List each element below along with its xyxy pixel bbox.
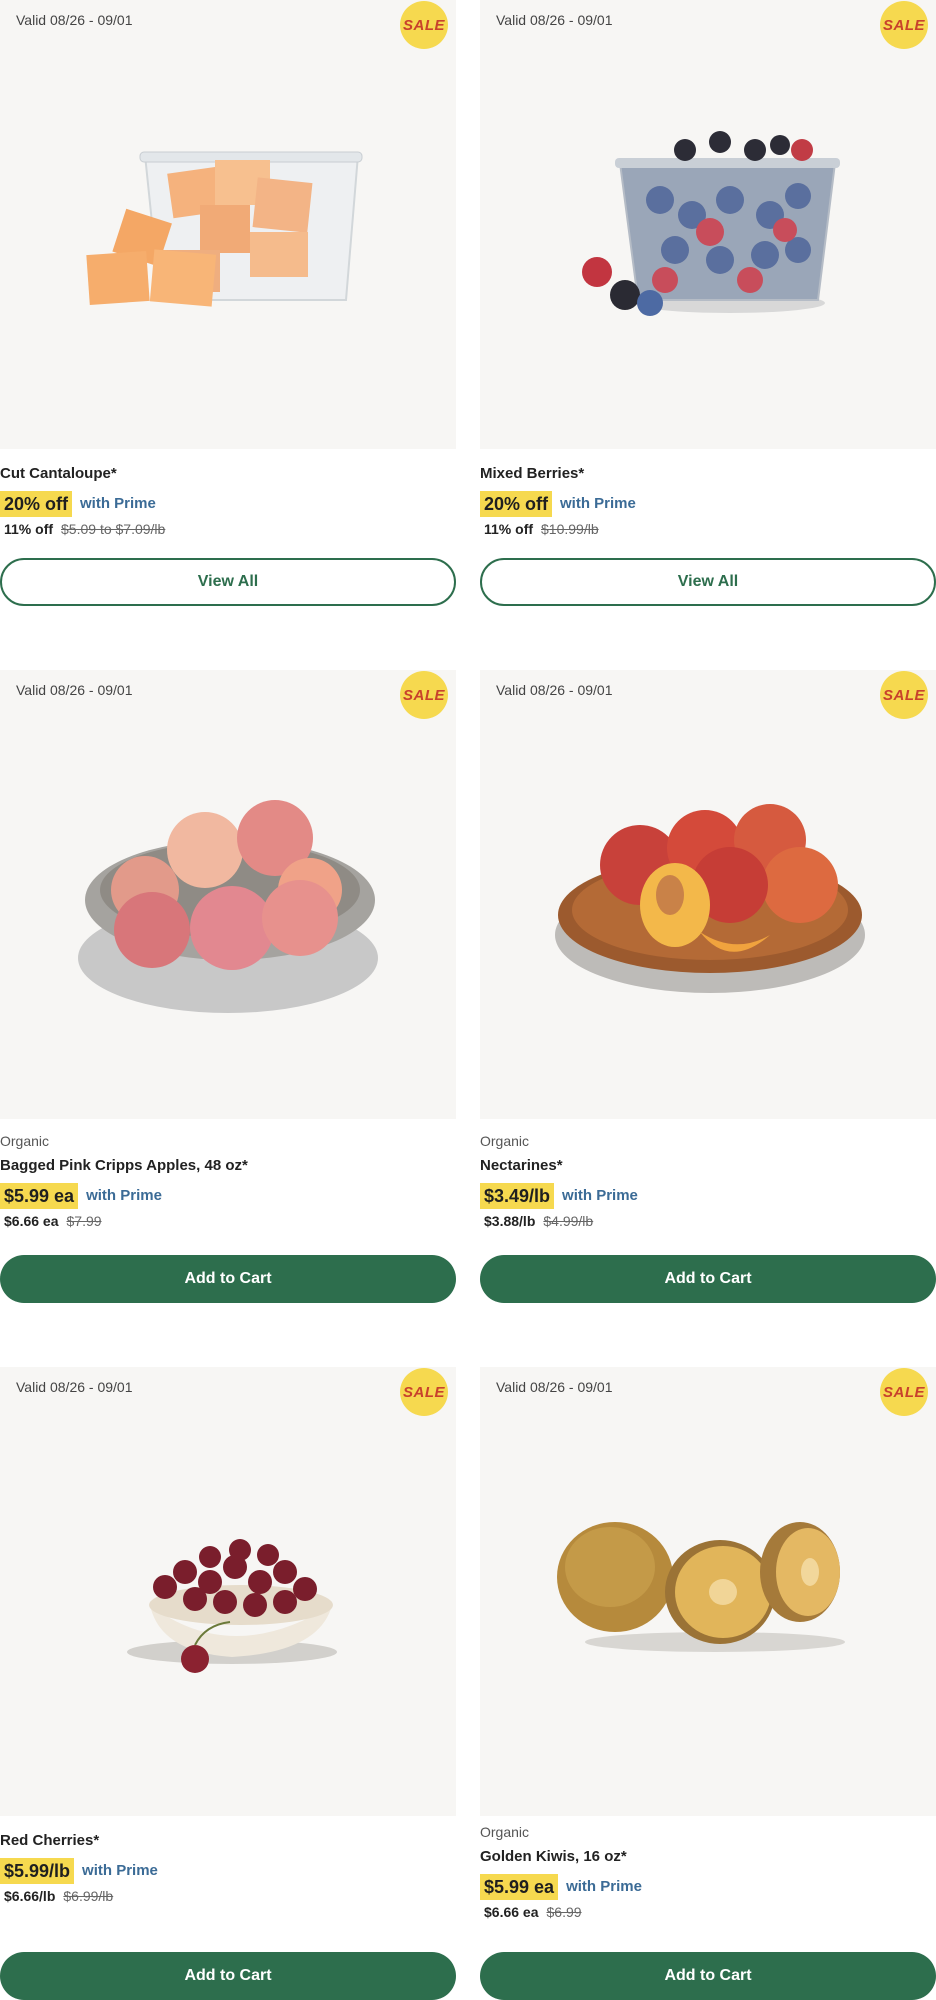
organic-label: Organic <box>480 1824 530 1840</box>
valid-dates: Valid 08/26 - 09/01 <box>496 1379 613 1395</box>
sale-badge: SALE <box>400 671 448 719</box>
prime-deal-price: $5.99/lb <box>0 1857 75 1884</box>
regular-price: $3.88/lb <box>484 1213 536 1229</box>
valid-dates: Valid 08/26 - 09/01 <box>496 682 613 698</box>
view-all-button[interactable]: View All <box>0 558 456 606</box>
sale-badge: SALE <box>880 1368 928 1416</box>
organic-label: Organic <box>480 1133 530 1149</box>
product-name[interactable]: Mixed Berries* <box>480 463 936 484</box>
product-name[interactable]: Nectarines* <box>480 1155 936 1176</box>
product-card: Valid 08/26 - 09/01 SALE Red Cherries* $… <box>0 1367 456 2000</box>
view-all-button[interactable]: View All <box>480 558 936 606</box>
sale-badge: SALE <box>400 1368 448 1416</box>
product-card: Valid 08/26 - 09/01 SALE Mixed Berries* … <box>480 0 936 606</box>
organic-label: Organic <box>0 1133 50 1149</box>
prime-deal-price: 20% off <box>480 490 553 517</box>
prime-deal-price: 20% off <box>0 490 73 517</box>
prime-deal-price: $5.99 ea <box>0 1182 79 1209</box>
product-card: Valid 08/26 - 09/01 SALE Organic Golden … <box>480 1367 936 2000</box>
with-prime-label: with Prime <box>80 495 156 512</box>
add-to-cart-button[interactable]: Add to Cart <box>480 1952 936 2000</box>
prime-deal-price: $5.99 ea <box>480 1873 559 1900</box>
product-image[interactable]: Valid 08/26 - 09/01 SALE <box>480 670 936 1119</box>
valid-dates: Valid 08/26 - 09/01 <box>16 1379 133 1395</box>
original-price: $7.99 <box>66 1213 102 1229</box>
product-image[interactable]: Valid 08/26 - 09/01 SALE <box>480 1367 936 1816</box>
sale-badge: SALE <box>880 671 928 719</box>
with-prime-label: with Prime <box>560 495 636 512</box>
add-to-cart-button[interactable]: Add to Cart <box>480 1255 936 1303</box>
regular-deal: 11% off <box>484 521 534 537</box>
prime-deal-price: $3.49/lb <box>480 1182 555 1209</box>
product-name[interactable]: Cut Cantaloupe* <box>0 463 456 484</box>
cherries-image <box>127 1539 337 1673</box>
nectarines-image <box>555 804 865 993</box>
regular-deal: 11% off <box>4 521 54 537</box>
regular-price: $6.66/lb <box>4 1888 56 1904</box>
product-name[interactable]: Golden Kiwis, 16 oz* <box>480 1846 936 1867</box>
cantaloupe-image <box>86 151 363 307</box>
product-image[interactable]: Valid 08/26 - 09/01 SALE <box>0 0 456 449</box>
valid-dates: Valid 08/26 - 09/01 <box>496 12 613 28</box>
product-card: Valid 08/26 - 09/01 SALE Organic Bagged … <box>0 670 456 1303</box>
original-price: $4.99/lb <box>543 1213 594 1229</box>
with-prime-label: with Prime <box>566 1878 642 1895</box>
add-to-cart-button[interactable]: Add to Cart <box>0 1952 456 2000</box>
with-prime-label: with Prime <box>562 1187 638 1204</box>
product-card: Valid 08/26 - 09/01 SALE Cut Cantaloupe*… <box>0 0 456 606</box>
add-to-cart-button[interactable]: Add to Cart <box>0 1255 456 1303</box>
valid-dates: Valid 08/26 - 09/01 <box>16 12 133 28</box>
product-image[interactable]: Valid 08/26 - 09/01 SALE <box>480 0 936 449</box>
sale-badge: SALE <box>880 1 928 49</box>
product-image[interactable]: Valid 08/26 - 09/01 SALE <box>0 670 456 1119</box>
apples-image <box>78 800 378 1013</box>
with-prime-label: with Prime <box>86 1187 162 1204</box>
berries-image <box>582 131 840 316</box>
product-name[interactable]: Red Cherries* <box>0 1830 456 1851</box>
valid-dates: Valid 08/26 - 09/01 <box>16 682 133 698</box>
regular-price: $6.66 ea <box>484 1904 539 1920</box>
original-price: $5.09 to $7.09/lb <box>61 521 166 537</box>
kiwis-image <box>557 1522 845 1652</box>
product-card: Valid 08/26 - 09/01 SALE Organic Nectari… <box>480 670 936 1303</box>
with-prime-label: with Prime <box>82 1862 158 1879</box>
original-price: $10.99/lb <box>541 521 599 537</box>
sale-badge: SALE <box>400 1 448 49</box>
original-price: $6.99/lb <box>63 1888 114 1904</box>
product-name[interactable]: Bagged Pink Cripps Apples, 48 oz* <box>0 1155 456 1176</box>
product-image[interactable]: Valid 08/26 - 09/01 SALE <box>0 1367 456 1816</box>
regular-price: $6.66 ea <box>4 1213 59 1229</box>
original-price: $6.99 <box>546 1904 582 1920</box>
